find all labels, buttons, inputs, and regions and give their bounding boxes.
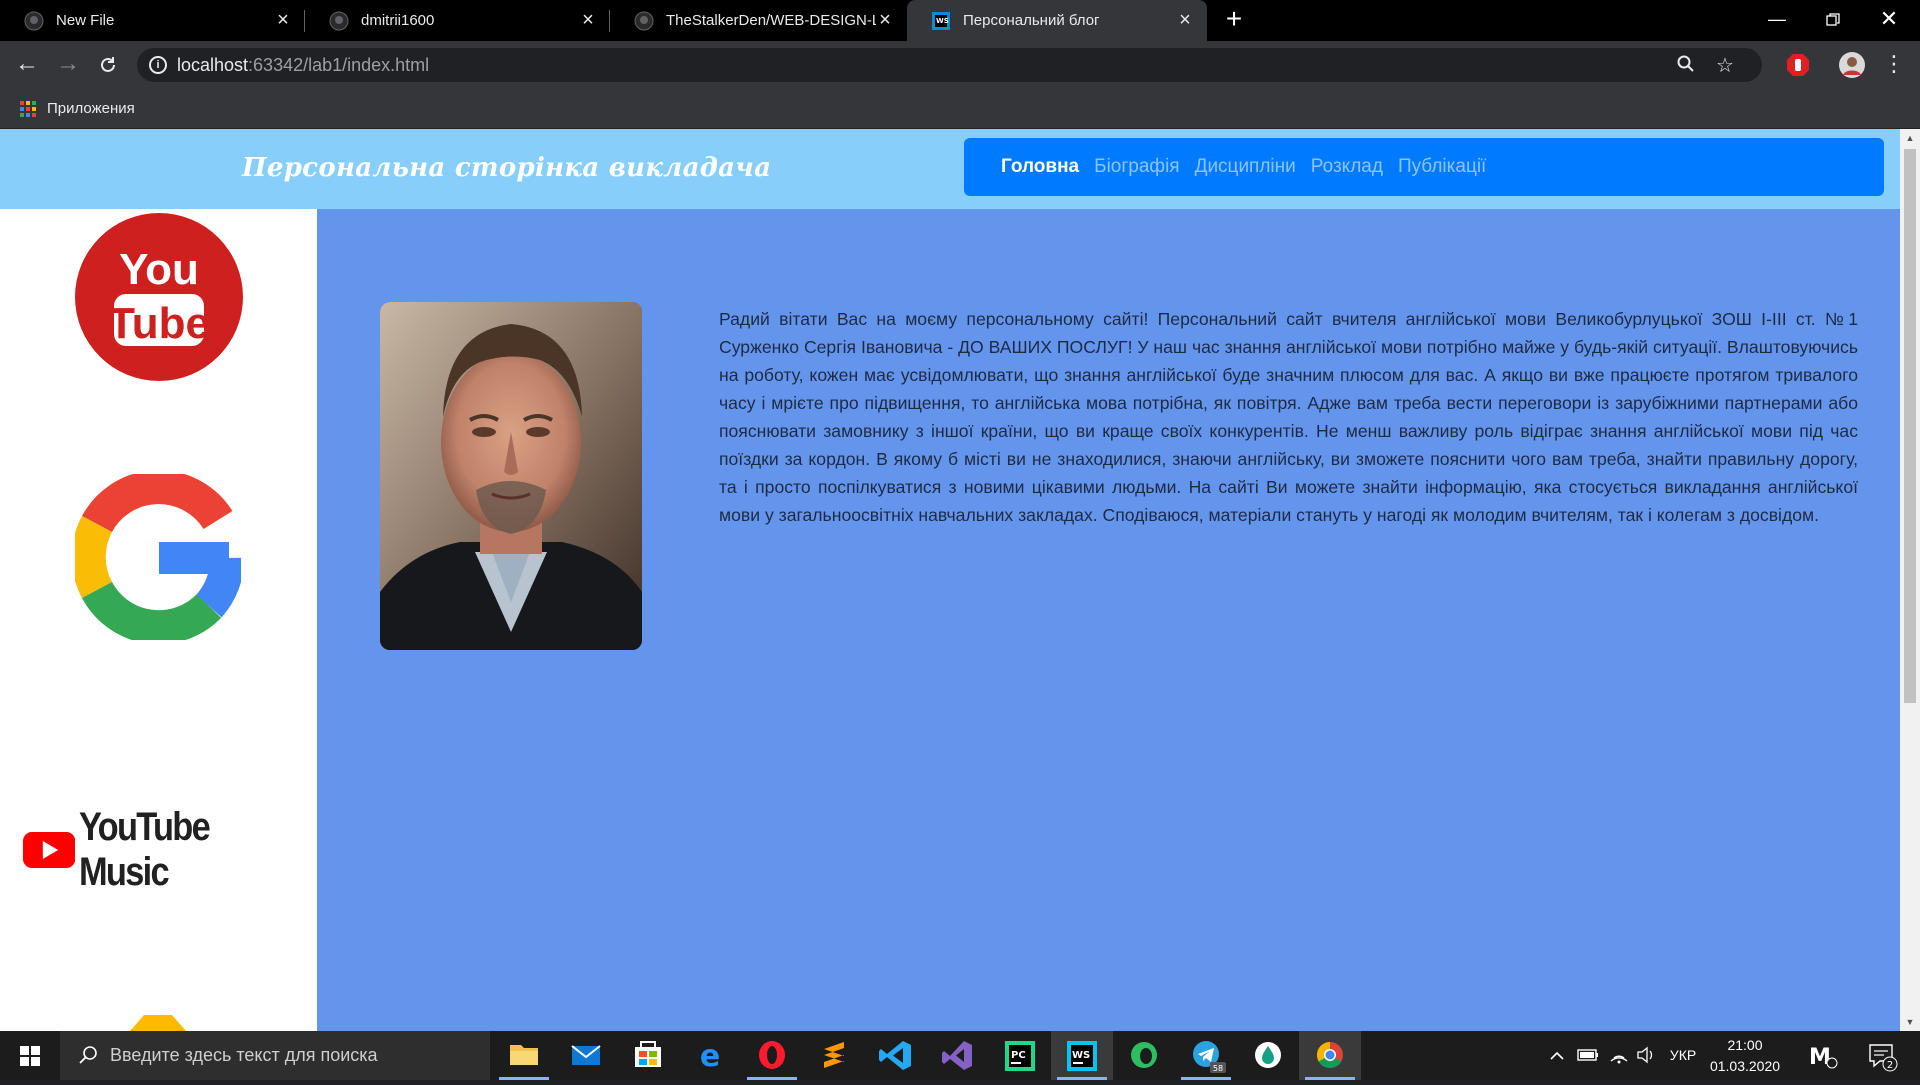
clock-date: 01.03.2020 [1709, 1058, 1781, 1074]
bookmark-star-icon[interactable]: ☆ [1714, 55, 1736, 77]
youtube-logo-you: You [119, 245, 199, 294]
menu-icon[interactable]: ⋮ [1880, 51, 1908, 79]
tab-web-design-lab[interactable]: TheStalkerDen/WEB-DESIGN-Lab × [610, 0, 907, 41]
svg-text:PC: PC [1011, 1050, 1026, 1061]
zoom-icon[interactable] [1675, 55, 1697, 77]
notifications-icon[interactable]: 2 [1862, 1031, 1902, 1080]
youtube-music-logo[interactable]: YouTube Music [23, 805, 317, 895]
teacher-portrait [380, 302, 642, 650]
restore-icon[interactable] [1810, 0, 1856, 41]
file-explorer-icon[interactable] [493, 1031, 555, 1080]
new-tab-button[interactable]: + [1220, 5, 1248, 34]
adblock-icon[interactable] [1784, 51, 1812, 79]
sublime-text-icon[interactable] [803, 1031, 865, 1080]
tab-title: New File [56, 12, 115, 29]
store-icon[interactable] [617, 1031, 679, 1080]
avatar[interactable] [1838, 51, 1866, 79]
tab-new-file[interactable]: New File × [0, 0, 305, 41]
telegram-badge: 58 [1213, 1064, 1223, 1073]
opera-icon[interactable] [741, 1031, 803, 1080]
edge-icon[interactable]: e [679, 1031, 741, 1080]
tab-title: dmitrii1600 [361, 12, 435, 29]
sidebar: You Tube YouTube Music [0, 209, 317, 1031]
portrait-image [380, 302, 642, 650]
windows-start-icon[interactable] [0, 1031, 60, 1080]
svg-text:WS: WS [1072, 1050, 1090, 1061]
nav-biography[interactable]: Біографія [1094, 156, 1179, 178]
tab-dmitrii1600[interactable]: dmitrii1600 × [305, 0, 610, 41]
tab-personal-blog[interactable]: WS Персональний блог × [907, 0, 1207, 41]
notification-count: 2 [1887, 1060, 1893, 1071]
drop-app-icon[interactable] [1237, 1031, 1299, 1080]
scroll-down-icon[interactable]: ▼ [1900, 1013, 1920, 1031]
bio-text: Радий вітати Вас на моєму персональному … [719, 309, 1858, 525]
main-nav: Головна Біографія Дисципліни Розклад Пуб… [964, 138, 1884, 196]
vscode-icon[interactable] [865, 1031, 927, 1080]
search-placeholder: Введите здесь текст для поиска [110, 1045, 378, 1065]
evernote-icon[interactable] [1113, 1031, 1175, 1080]
clock[interactable]: 21:00 01.03.2020 [1707, 1035, 1783, 1077]
tab-title: TheStalkerDen/WEB-DESIGN-Lab [666, 12, 876, 29]
webstorm-icon: WS [932, 12, 950, 30]
google-logo[interactable] [75, 474, 241, 640]
browser-toolbar: ← → i localhost:63342/lab1/index.html ☆ … [0, 41, 1920, 89]
nav-publications[interactable]: Публікації [1398, 156, 1486, 178]
apps-grid-icon[interactable] [20, 101, 36, 117]
bookmark-apps[interactable]: Приложения [47, 100, 135, 117]
bookmarks-bar: Приложения [0, 89, 1920, 129]
battery-icon[interactable] [1575, 1031, 1601, 1080]
minimize-icon[interactable]: — [1754, 0, 1800, 41]
nav-disciplines[interactable]: Дисципліни [1195, 156, 1296, 178]
site-title: Персональна сторінка викладача [242, 153, 772, 183]
visual-studio-icon[interactable] [927, 1031, 989, 1080]
tab-strip: New File × dmitrii1600 × TheStalkerDen/W… [0, 0, 1920, 41]
mail-icon[interactable] [555, 1031, 617, 1080]
close-icon[interactable]: × [1175, 10, 1195, 30]
taskbar-search[interactable]: Введите здесь текст для поиска [60, 1031, 490, 1080]
onedrive-status-icon[interactable]: M [1803, 1031, 1843, 1080]
chrome-icon[interactable] [1299, 1031, 1361, 1080]
svg-text:e: e [700, 1039, 720, 1074]
github-icon [24, 11, 44, 31]
wifi-icon[interactable] [1607, 1031, 1631, 1080]
taskbar: Введите здесь текст для поиска e PC WS 5… [0, 1031, 1920, 1080]
close-window-icon[interactable]: ✕ [1866, 0, 1912, 41]
nav-schedule[interactable]: Розклад [1311, 156, 1383, 178]
main-content: Радий вітати Вас на моєму персональному … [317, 209, 1900, 1031]
address-bar[interactable]: i localhost:63342/lab1/index.html ☆ [137, 48, 1762, 82]
close-icon[interactable]: × [578, 10, 598, 30]
info-icon[interactable]: i [149, 56, 167, 74]
github-icon [329, 11, 349, 31]
close-icon[interactable]: × [273, 10, 293, 30]
clock-time: 21:00 [1727, 1037, 1763, 1053]
scroll-thumb[interactable] [1904, 149, 1916, 703]
svg-text:WS: WS [936, 17, 949, 25]
scroll-up-icon[interactable]: ▲ [1900, 129, 1920, 147]
back-icon[interactable]: ← [13, 51, 41, 79]
search-icon [79, 1046, 97, 1064]
telegram-icon[interactable]: 58 [1175, 1031, 1237, 1080]
pycharm-icon[interactable]: PC [989, 1031, 1051, 1080]
tray-chevron-icon[interactable] [1545, 1031, 1569, 1080]
url-text: localhost:63342/lab1/index.html [177, 55, 429, 76]
youtube-music-label: YouTube Music [79, 805, 211, 894]
youtube-logo-tube: Tube [108, 299, 210, 348]
webstorm-taskbar-icon[interactable]: WS [1051, 1031, 1113, 1080]
page-scrollbar[interactable]: ▲ ▼ [1900, 129, 1920, 1031]
url-path: :63342/lab1/index.html [248, 55, 430, 75]
language-indicator[interactable]: УКР [1663, 1031, 1703, 1080]
youtube-logo[interactable]: You Tube [74, 212, 244, 382]
google-drive-logo[interactable] [116, 1015, 200, 1031]
close-icon[interactable]: × [875, 10, 895, 30]
github-icon [634, 11, 654, 31]
url-host: localhost [177, 55, 249, 75]
nav-home[interactable]: Головна [1001, 156, 1079, 178]
volume-icon[interactable] [1634, 1031, 1658, 1080]
reload-icon[interactable] [94, 51, 122, 79]
youtube-play-icon [23, 831, 76, 869]
forward-icon[interactable]: → [54, 51, 82, 79]
page-header: Персональна сторінка викладача Головна Б… [0, 129, 1900, 209]
tab-title: Персональний блог [963, 12, 1100, 29]
web-page: Персональна сторінка викладача Головна Б… [0, 129, 1900, 1031]
